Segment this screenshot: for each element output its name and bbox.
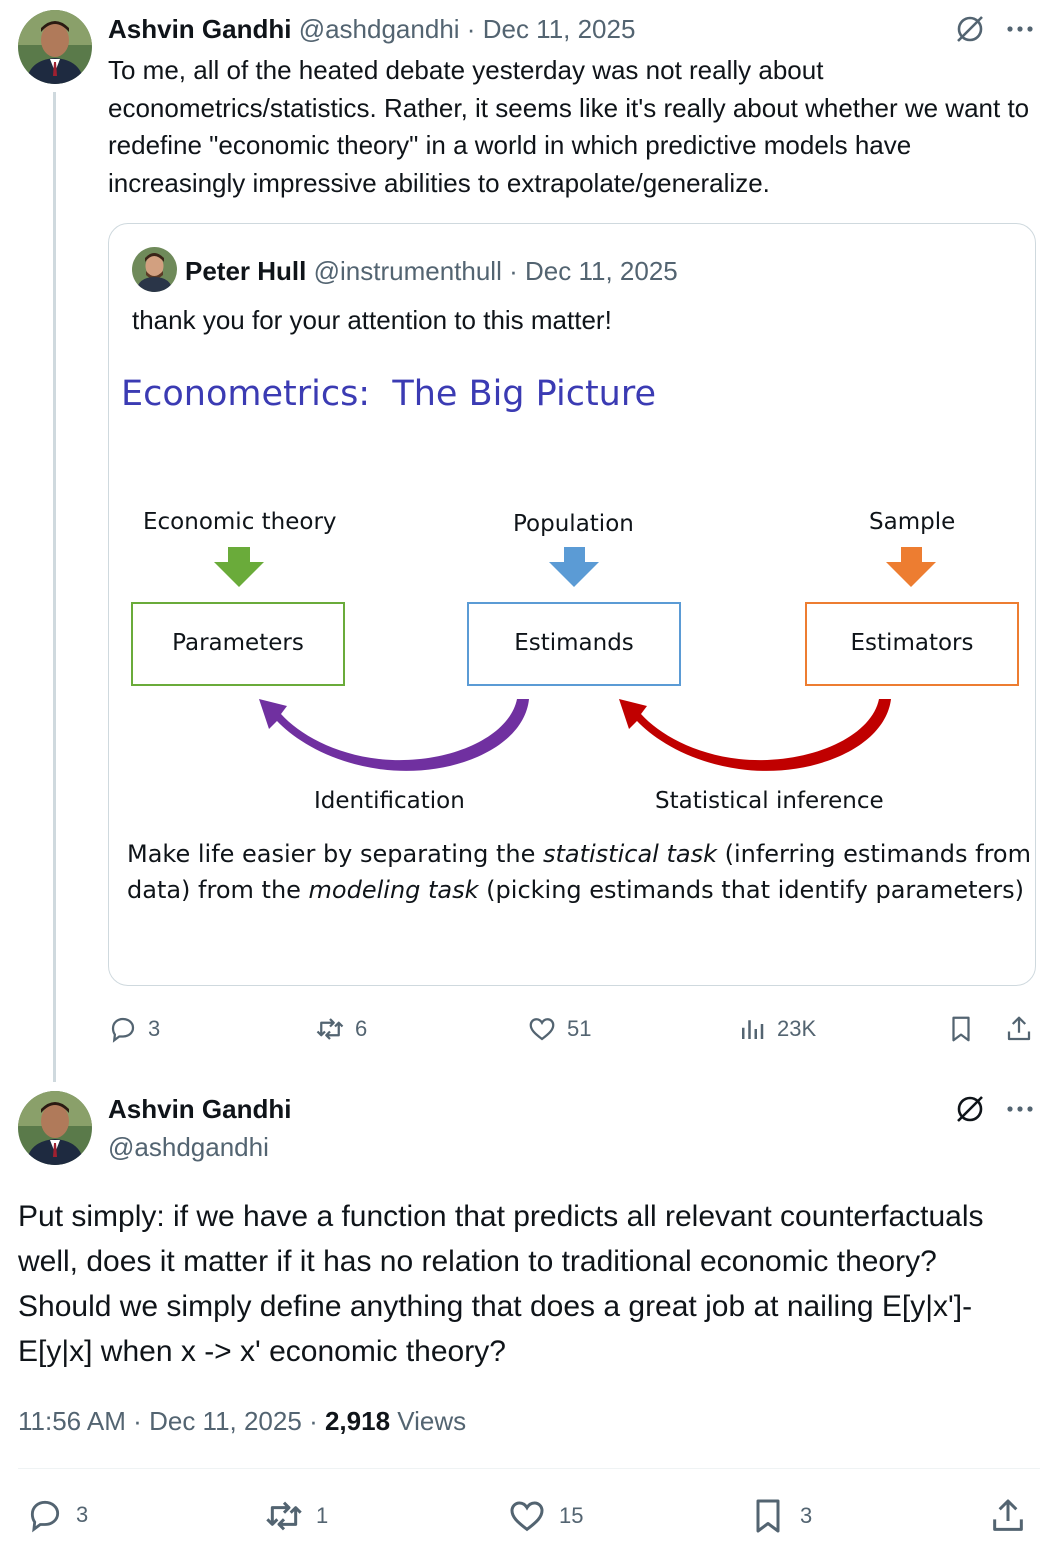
statistical-inference-arc-icon — [619, 699, 891, 771]
bookmark-count: 3 — [800, 1503, 813, 1528]
caption-emphasis: modeling task — [308, 876, 479, 904]
tweet-date[interactable]: Dec 11, 2025 — [483, 14, 636, 44]
caption-text: data) from the — [127, 876, 309, 904]
views-count: 2,918 — [324, 1406, 391, 1436]
separator-dot: · — [466, 14, 476, 44]
repost-count: 1 — [316, 1503, 329, 1528]
author-handle[interactable]: @ashdgandhi — [299, 14, 460, 44]
quoted-author-name: Peter Hull — [185, 256, 307, 286]
quoted-slide-image[interactable]: Econometrics: The Big Picture Economic t… — [109, 354, 1035, 954]
quoted-author-handle: @instrumenthull — [313, 256, 502, 286]
caption-text: (picking estimands that identify paramet… — [478, 876, 1025, 904]
thread-connector-line — [53, 92, 56, 1082]
avatar-photo-icon — [18, 1091, 92, 1165]
repost-icon — [266, 1501, 302, 1531]
quoted-tweet-date: Dec 11, 2025 — [525, 256, 678, 286]
like-button[interactable]: 15 — [507, 1496, 583, 1536]
quoted-tweet-header: Peter Hull @instrumenthull · Dec 11, 202… — [185, 254, 678, 288]
reply-icon — [30, 1500, 60, 1533]
tweet-header: Ashvin Gandhi @ashdgandhi · Dec 11, 2025 — [108, 12, 635, 46]
blue-down-arrow-icon — [549, 547, 599, 587]
heart-icon — [529, 1018, 555, 1041]
bookmark-icon — [952, 1016, 970, 1042]
reply-count: 3 — [76, 1502, 89, 1527]
avatar-photo-icon — [18, 10, 92, 84]
tweet-timestamp-line: 11:56 AM · Dec 11, 2025 · 2,918 Views — [18, 1406, 466, 1437]
more-options-icon[interactable] — [1004, 1094, 1036, 1124]
author-name[interactable]: Ashvin Gandhi — [108, 1094, 291, 1125]
caption-emphasis: statistical task — [542, 840, 717, 868]
author-name[interactable]: Ashvin Gandhi — [108, 14, 291, 44]
reply-button[interactable]: 3 — [108, 1014, 160, 1044]
box-label-estimators: Estimators — [850, 630, 974, 656]
tweet-date[interactable]: Dec 11, 2025 — [149, 1406, 302, 1436]
box-label-estimands: Estimands — [514, 630, 634, 656]
label-statistical-inference: Statistical inference — [655, 788, 884, 814]
caption-text: Make life easier by separating the — [127, 840, 543, 868]
caption-text: (inferring estimands from — [716, 840, 1031, 868]
views-label: Views — [397, 1406, 467, 1436]
quoted-author-avatar — [132, 247, 177, 292]
quoted-tweet-text: thank you for your attention to this mat… — [132, 305, 612, 335]
like-count: 51 — [567, 1016, 592, 1041]
author-avatar[interactable] — [18, 10, 92, 84]
orange-down-arrow-icon — [886, 547, 936, 587]
tweet-text: To me, all of the heated debate yesterda… — [108, 55, 1030, 198]
reply-icon — [111, 1017, 135, 1043]
tweet-text: Put simply: if we have a function that p… — [18, 1200, 984, 1368]
quoted-avatar-photo-icon — [132, 247, 177, 292]
tweet-time[interactable]: 11:56 AM — [18, 1406, 126, 1436]
more-options-icon[interactable] — [1004, 14, 1036, 44]
repost-button[interactable]: 6 — [315, 1014, 367, 1044]
views-button[interactable]: 23K — [737, 1014, 816, 1044]
box-label-parameters: Parameters — [172, 630, 304, 656]
identification-arc-icon — [259, 699, 529, 771]
heart-icon — [510, 1501, 544, 1532]
analytics-icon — [742, 1020, 764, 1039]
repost-button[interactable]: 1 — [264, 1496, 328, 1536]
share-button[interactable] — [988, 1496, 1028, 1536]
reply-count: 3 — [148, 1016, 161, 1041]
green-down-arrow-icon — [214, 547, 264, 587]
share-button[interactable] — [1004, 1014, 1034, 1044]
label-identification: Identification — [314, 788, 465, 814]
share-icon — [1007, 1016, 1031, 1041]
quoted-tweet-card[interactable]: Peter Hull @instrumenthull · Dec 11, 202… — [108, 223, 1036, 986]
slide-caption: Make life easier by separating the stati… — [127, 836, 1031, 908]
view-count: 23K — [777, 1016, 817, 1041]
like-count: 15 — [559, 1503, 584, 1528]
author-avatar[interactable] — [18, 1091, 92, 1165]
separator-dot: · — [509, 256, 518, 286]
grok-icon[interactable] — [953, 1092, 987, 1126]
grok-icon[interactable] — [953, 12, 987, 46]
bookmark-icon — [756, 1499, 780, 1533]
share-icon — [993, 1499, 1023, 1531]
bookmark-button[interactable]: 3 — [748, 1496, 812, 1536]
separator-dot: · — [133, 1406, 142, 1436]
separator-dot: · — [309, 1406, 318, 1436]
author-handle[interactable]: @ashdgandhi — [108, 1132, 269, 1163]
repost-icon — [316, 1018, 344, 1040]
bookmark-button[interactable] — [946, 1014, 976, 1044]
like-button[interactable]: 51 — [527, 1014, 591, 1044]
reply-button[interactable]: 3 — [26, 1496, 88, 1534]
repost-count: 6 — [355, 1016, 368, 1041]
divider — [18, 1468, 1040, 1469]
